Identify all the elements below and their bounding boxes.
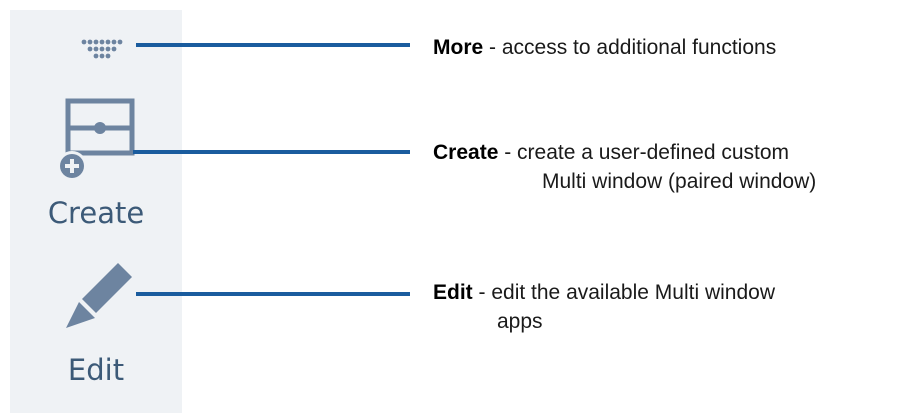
create-text-continuation: Multi window (paired window) [542, 170, 817, 193]
edit-button-label[interactable]: Edit [10, 356, 182, 385]
more-description: More - access to additional functions [433, 33, 776, 62]
more-separator: - [483, 36, 502, 59]
pencil-icon[interactable] [63, 259, 135, 331]
edit-term: Edit [433, 281, 473, 304]
create-button-label[interactable]: Create [10, 199, 182, 228]
edit-description: Edit - edit the available Multi window a… [433, 278, 775, 336]
create-callout-line [133, 150, 410, 154]
edit-text-continuation: apps [497, 310, 543, 333]
more-term: More [433, 36, 484, 59]
create-description: Create - create a user-defined custom Mu… [433, 138, 816, 196]
more-text: access to additional functions [501, 36, 777, 59]
edit-separator: - [472, 281, 492, 304]
create-window-icon[interactable] [56, 98, 138, 184]
more-dots-icon[interactable] [80, 38, 124, 64]
edit-text: edit the available Multi window [491, 281, 775, 304]
create-text: create a user-defined custom [517, 141, 790, 164]
create-term: Create [433, 141, 499, 164]
create-separator: - [498, 141, 518, 164]
edit-callout-line [136, 292, 410, 296]
more-callout-line [136, 43, 410, 47]
